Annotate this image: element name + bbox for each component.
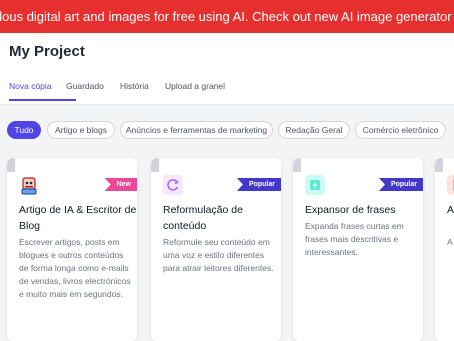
page-title: My Project [9, 43, 85, 60]
filter-comercio-eletronico[interactable]: Comércio eletrônico [355, 121, 446, 139]
promo-text: ulous digital art and images for free us… [0, 9, 454, 24]
card-tag [435, 158, 443, 172]
card-tag [151, 158, 159, 172]
tab-historia[interactable]: História [120, 81, 149, 91]
template-card-content-rephrase[interactable]: Popular Reformulação de conteúdo Reformu… [151, 158, 281, 341]
page-header: My Project Nova cópia Guardado História … [0, 33, 454, 105]
card-description: Escrever artigos, posts em blogues e out… [19, 237, 131, 299]
card-tag [7, 158, 15, 172]
filter-tudo[interactable]: Tudo [7, 121, 41, 139]
refresh-icon [163, 175, 183, 195]
expand-icon [305, 175, 325, 195]
badge-popular: Popular [236, 178, 281, 191]
promo-banner[interactable]: ulous digital art and images for free us… [0, 0, 454, 33]
filter-anuncios-marketing[interactable]: Anúncios e ferramentas de marketing [120, 121, 273, 139]
filter-artigo-blogs[interactable]: Artigo e blogs [47, 121, 115, 139]
tab-upload-granel[interactable]: Upload a granel [165, 81, 225, 91]
tab-guardado[interactable]: Guardado [66, 81, 104, 91]
card-tag [293, 158, 301, 172]
template-card-partial[interactable]: A F A F [435, 158, 454, 341]
badge-new: New [104, 178, 137, 191]
header-divider [0, 104, 454, 105]
active-tab-indicator [9, 99, 76, 101]
tab-nova-copia[interactable]: Nova cópia [9, 81, 52, 91]
card-title: Reformulação de conteúdo [163, 204, 243, 232]
writer-avatar-icon [19, 175, 39, 195]
card-description: Expanda frases curtas em frases mais des… [305, 221, 404, 257]
badge-popular: Popular [378, 178, 423, 191]
card-description: Reformule seu conteúdo em uma voz e esti… [163, 237, 274, 273]
filter-redacao-geral[interactable]: Redação Geral [278, 121, 350, 139]
card-title: Artigo de IA & Escritor de Blog [19, 204, 137, 232]
document-icon [447, 175, 454, 195]
template-card-sentence-expander[interactable]: Popular Expansor de frases Expanda frase… [293, 158, 423, 341]
card-description: A F [447, 237, 454, 247]
template-card-article-writer[interactable]: New Artigo de IA & Escritor de Blog Escr… [7, 158, 137, 341]
card-title: A F [447, 204, 454, 216]
card-title: Expansor de frases [305, 204, 396, 216]
